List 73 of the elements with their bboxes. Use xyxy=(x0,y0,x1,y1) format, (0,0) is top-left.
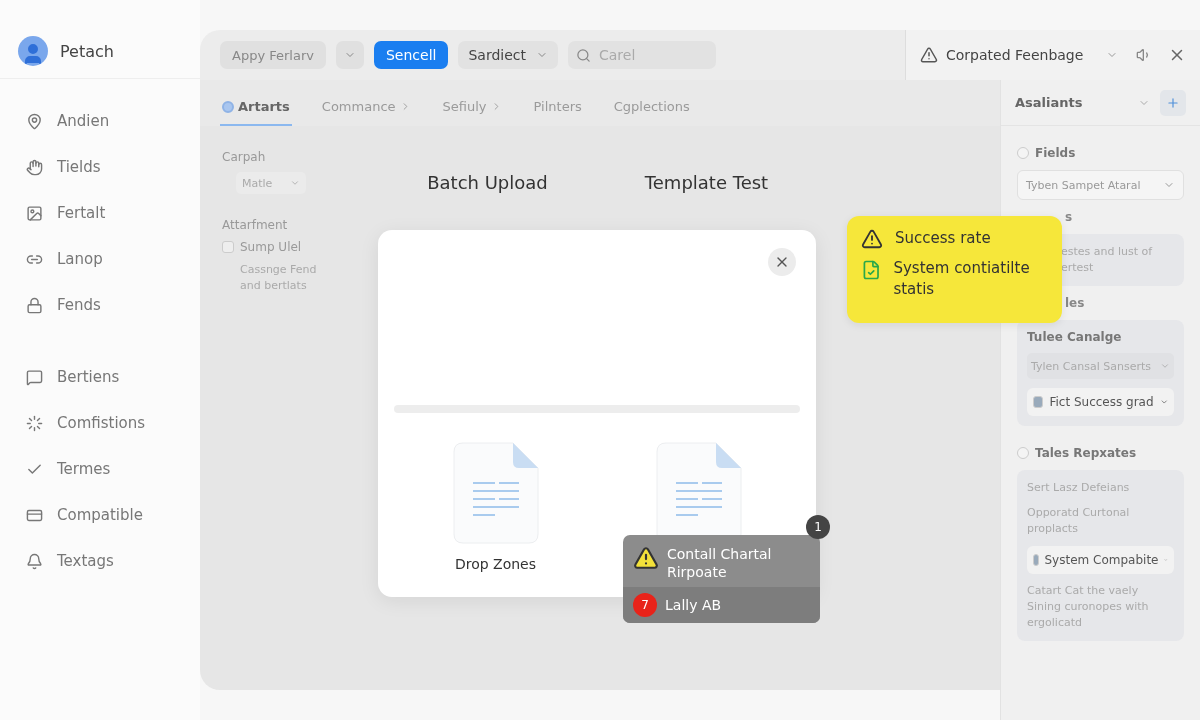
bell-icon xyxy=(26,552,43,570)
primary-button[interactable]: Sencell xyxy=(373,41,449,69)
pin-icon xyxy=(26,112,43,130)
add-button[interactable] xyxy=(1160,89,1186,116)
select-field[interactable]: System Compabite xyxy=(1027,546,1174,574)
user-name: Lally AB xyxy=(665,597,722,613)
warning-icon xyxy=(861,228,883,250)
warning-icon xyxy=(920,46,938,64)
file-label: Drop Zones xyxy=(454,556,537,572)
form-label: Attarfment xyxy=(222,218,289,232)
nav-item[interactable]: Fends xyxy=(26,296,200,314)
notice-label: Corpated Feenbage xyxy=(946,47,1085,63)
close-button[interactable] xyxy=(768,248,796,276)
nav-item[interactable]: Textags xyxy=(26,552,200,570)
tab[interactable]: Pilnters xyxy=(531,99,584,126)
caret-icon xyxy=(290,178,300,188)
card-text: Catart Cat the vaely Sining curonopes with ergolicatd xyxy=(1027,583,1150,631)
card-text: Sert Lasz Defeians xyxy=(1027,480,1131,496)
file-check-icon xyxy=(861,258,882,282)
nav-item[interactable]: Comfistions xyxy=(26,414,200,432)
popup-text: System contiatilte statis xyxy=(893,258,1031,300)
hand-icon xyxy=(26,158,43,176)
caret-icon xyxy=(1160,361,1170,371)
card-text: Opporatd Curtonal proplacts xyxy=(1027,505,1131,537)
tab[interactable]: Cgplections xyxy=(611,99,692,126)
nav-item[interactable]: Fertalt xyxy=(26,204,200,222)
spinner-icon xyxy=(26,414,43,432)
section-title: s xyxy=(1064,210,1074,224)
dropdown[interactable]: Sardiect xyxy=(458,41,558,69)
section-heading: Template Test xyxy=(644,172,769,195)
lock-icon xyxy=(26,296,43,314)
avatar xyxy=(18,36,48,66)
search-icon xyxy=(576,47,591,63)
panel-title: Asaliants xyxy=(1015,95,1084,110)
select-field[interactable]: Tyben Sampet Ataral xyxy=(1017,170,1184,200)
document-icon xyxy=(452,442,539,544)
checkbox[interactable] xyxy=(1033,396,1044,408)
checkbox[interactable] xyxy=(222,241,234,253)
nav-item[interactable]: Compatible xyxy=(26,506,200,524)
image-icon xyxy=(26,204,43,222)
caret-icon xyxy=(1159,397,1168,407)
section-title: les xyxy=(1064,296,1086,310)
section-title: Tales Repxates xyxy=(1035,446,1137,460)
search-box[interactable]: Carel xyxy=(568,41,716,69)
tab[interactable]: Commance xyxy=(319,99,413,126)
user-name: Petach xyxy=(60,41,114,61)
nav-item[interactable]: Lanop xyxy=(26,250,200,268)
select-field[interactable]: Fict Success grad xyxy=(1027,388,1174,416)
count-badge: 7 xyxy=(633,593,657,617)
card-title: Tulee Canalge xyxy=(1027,330,1123,344)
radio-button[interactable] xyxy=(1017,447,1029,459)
section-title: Fields xyxy=(1035,146,1076,160)
form-label: Carpah xyxy=(222,150,267,164)
chat-icon xyxy=(26,368,43,386)
warning-icon xyxy=(633,545,659,571)
help-text: Cassnge Fend and bertlats xyxy=(240,262,318,294)
search-field[interactable]: Carel xyxy=(597,46,697,64)
checkbox[interactable] xyxy=(1033,554,1039,566)
apply-button[interactable]: Appy Ferlarv xyxy=(220,41,326,69)
toast-message: Contall Chartal Rirpoate xyxy=(667,545,773,581)
nav-item[interactable]: Andien xyxy=(26,112,200,130)
popup-text: Success rate xyxy=(895,228,991,249)
radio-button[interactable] xyxy=(1017,147,1029,159)
nav-item[interactable]: Bertiens xyxy=(26,368,200,386)
checkbox-label: Sump Ulel xyxy=(240,240,302,254)
card-text: estes and lust of ertest xyxy=(1060,244,1154,276)
section-heading: Batch Upload xyxy=(427,172,548,195)
nav-item[interactable]: Tields xyxy=(26,158,200,176)
tab[interactable]: Sefiuly xyxy=(440,99,504,126)
tab[interactable]: Artarts xyxy=(220,99,292,126)
dropdown-button[interactable] xyxy=(335,41,364,69)
count-badge: 1 xyxy=(806,515,830,539)
nav-item[interactable]: Termes xyxy=(26,460,200,478)
